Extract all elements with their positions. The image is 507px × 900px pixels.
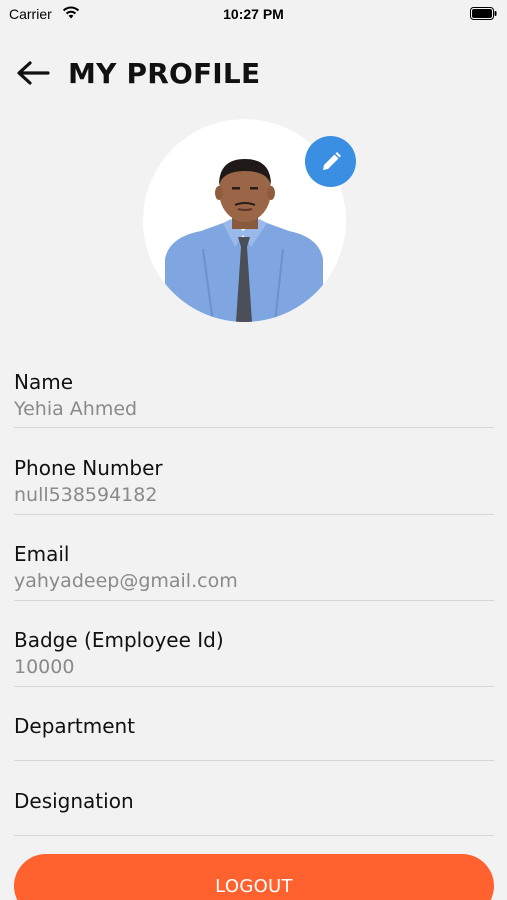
logout-button[interactable]: LOGOUT	[14, 854, 494, 900]
edit-photo-button[interactable]	[305, 136, 356, 187]
field-label: Designation	[14, 789, 134, 813]
arrow-left-icon[interactable]	[16, 61, 50, 85]
page-title: MY PROFILE	[68, 56, 261, 90]
field-department: Department	[14, 714, 494, 761]
field-phone-number: Phone Number null538594182	[14, 456, 494, 515]
battery-icon	[470, 7, 497, 20]
field-label: Email	[14, 542, 70, 566]
field-label: Badge (Employee Id)	[14, 628, 224, 652]
field-label: Department	[14, 714, 136, 738]
profile-photo-section	[143, 119, 356, 322]
pencil-icon[interactable]	[319, 150, 343, 174]
field-badge: Badge (Employee Id) 10000	[14, 628, 494, 687]
field-value: yahyadeep@gmail.com	[14, 570, 238, 592]
field-value: Yehia Ahmed	[14, 398, 138, 420]
status-bar: Carrier 10:27 PM	[0, 0, 507, 28]
field-value: null538594182	[14, 484, 158, 506]
field-label: Name	[14, 370, 74, 394]
header: MY PROFILE	[16, 56, 260, 90]
field-label: Phone Number	[14, 456, 163, 480]
field-value: 10000	[14, 656, 75, 678]
field-designation: Designation	[14, 789, 494, 836]
clock: 10:27 PM	[223, 6, 284, 22]
field-name: Name Yehia Ahmed	[14, 370, 494, 428]
back-button[interactable]	[16, 59, 52, 87]
field-email: Email yahyadeep@gmail.com	[14, 542, 494, 601]
